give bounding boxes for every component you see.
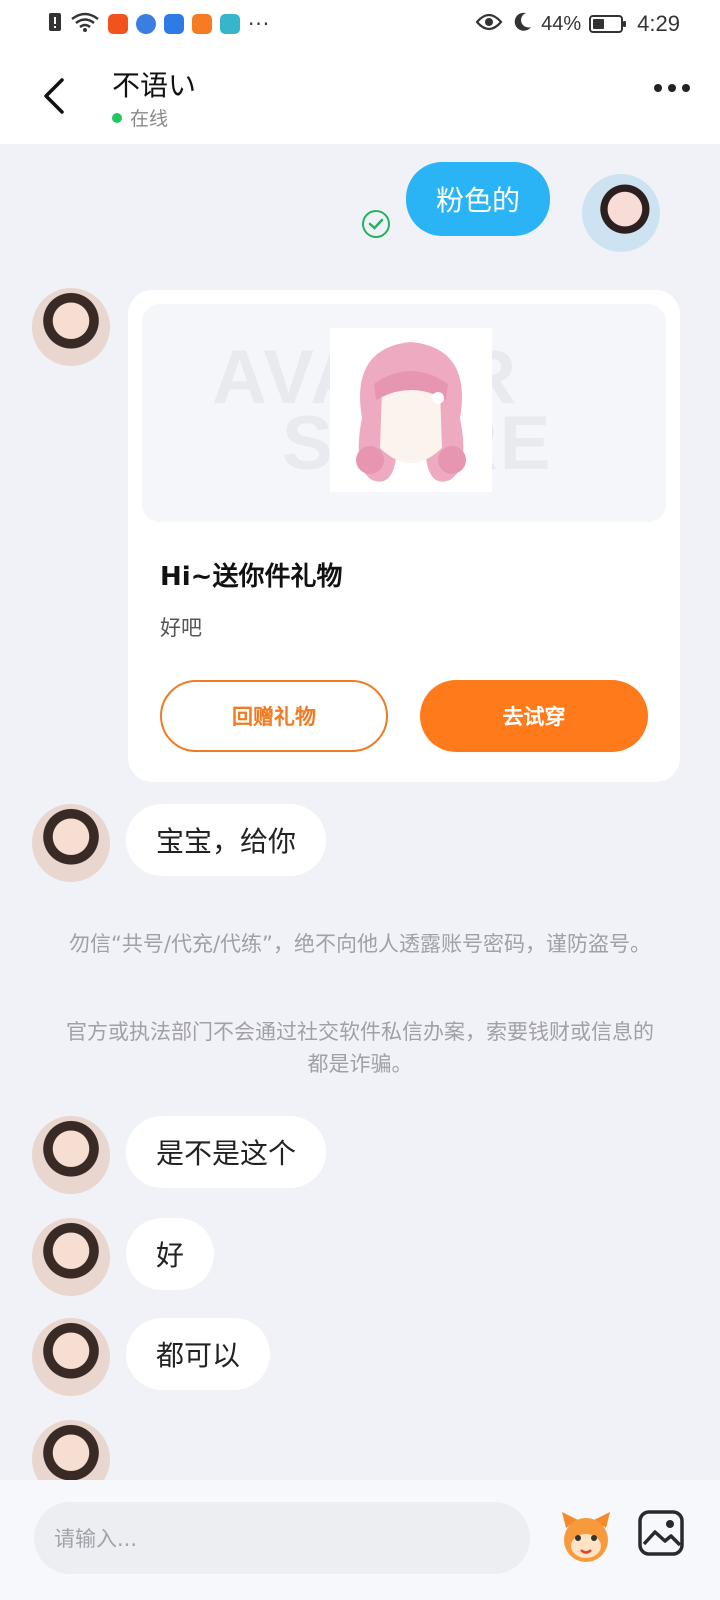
gift-card[interactable]: AVATAR STORE Hi~送你件礼物 好吧 回赠礼物 去试穿 bbox=[128, 290, 680, 782]
chevron-left-icon bbox=[44, 78, 64, 114]
gift-message: 好吧 bbox=[160, 616, 202, 640]
contact-avatar[interactable] bbox=[32, 288, 110, 366]
app-icon-orange bbox=[108, 14, 128, 34]
message-list[interactable]: 粉色的 AVATAR STORE Hi~送你件礼物 好吧 回赠礼物 去试穿 bbox=[0, 144, 720, 1498]
emoji-mascot-button[interactable] bbox=[556, 1506, 616, 1566]
input-bar: 请输入... bbox=[0, 1480, 720, 1600]
message-input[interactable]: 请输入... bbox=[34, 1502, 530, 1574]
message-text: 是不是这个 bbox=[156, 1137, 297, 1170]
contact-name: 不语い bbox=[112, 69, 197, 102]
clock: 4:29 bbox=[637, 11, 680, 36]
moon-icon bbox=[511, 11, 533, 37]
app-icon-teal bbox=[220, 14, 240, 34]
gift-title: Hi~送你件礼物 bbox=[160, 562, 343, 592]
mascot-icon bbox=[562, 1512, 610, 1562]
my-avatar[interactable] bbox=[582, 174, 660, 252]
back-button[interactable] bbox=[38, 76, 72, 116]
message-text: 宝宝，给你 bbox=[156, 825, 297, 858]
return-gift-button[interactable]: 回赠礼物 bbox=[160, 680, 388, 752]
app-icon-orange-2 bbox=[192, 14, 212, 34]
online-dot-icon bbox=[112, 112, 122, 123]
pink-hair-icon bbox=[356, 342, 466, 482]
send-image-button[interactable] bbox=[636, 1508, 686, 1558]
message-text: 都可以 bbox=[156, 1339, 241, 1372]
security-notice: 勿信“共号/代充/代练”，绝不向他人透露账号密码，谨防盗号。 bbox=[69, 932, 651, 956]
gift-hair-image bbox=[330, 328, 492, 492]
contact-avatar[interactable] bbox=[32, 804, 110, 882]
message-bubble-them[interactable]: 是不是这个 bbox=[126, 1116, 327, 1188]
contact-avatar[interactable] bbox=[32, 1218, 110, 1296]
status-right: 44% 4:29 bbox=[475, 11, 680, 37]
battery-icon bbox=[589, 15, 627, 33]
battery-percent: 44% bbox=[541, 12, 582, 35]
fraud-notice: 官方或执法部门不会通过社交软件私信办案，索要钱财或信息的都是诈骗。 bbox=[66, 1020, 654, 1076]
message-text: 粉色的 bbox=[436, 184, 521, 217]
message-text: 好 bbox=[156, 1239, 185, 1272]
read-check-icon bbox=[362, 210, 390, 238]
gift-image-area: AVATAR STORE bbox=[142, 304, 666, 522]
dot-icon bbox=[668, 84, 676, 92]
image-icon bbox=[638, 1510, 684, 1556]
contact-avatar[interactable] bbox=[32, 1116, 110, 1194]
dot-icon bbox=[682, 84, 690, 92]
online-status-label: 在线 bbox=[130, 108, 169, 130]
message-bubble-me[interactable]: 粉色的 bbox=[406, 162, 551, 236]
message-bubble-them[interactable]: 好 bbox=[126, 1218, 215, 1290]
status-bar: ··· 44% 4:29 bbox=[0, 0, 720, 48]
message-bubble-them[interactable]: 都可以 bbox=[126, 1318, 271, 1390]
chat-header: 不语い 在线 bbox=[0, 48, 720, 144]
wifi-icon bbox=[70, 11, 100, 37]
sim-alert-icon bbox=[48, 12, 62, 36]
status-left: ··· bbox=[48, 11, 270, 37]
online-status: 在线 bbox=[112, 104, 168, 131]
app-icon-blue bbox=[136, 14, 156, 34]
contact-avatar[interactable] bbox=[32, 1318, 110, 1396]
dot-icon bbox=[654, 84, 662, 92]
message-bubble-them[interactable]: 宝宝，给你 bbox=[126, 804, 327, 876]
try-on-button[interactable]: 去试穿 bbox=[420, 680, 648, 752]
eye-icon bbox=[475, 12, 503, 36]
app-icon-blue-2 bbox=[164, 14, 184, 34]
battery-level bbox=[593, 19, 605, 29]
more-options-button[interactable] bbox=[654, 84, 690, 92]
more-notifications-icon: ··· bbox=[248, 12, 271, 36]
